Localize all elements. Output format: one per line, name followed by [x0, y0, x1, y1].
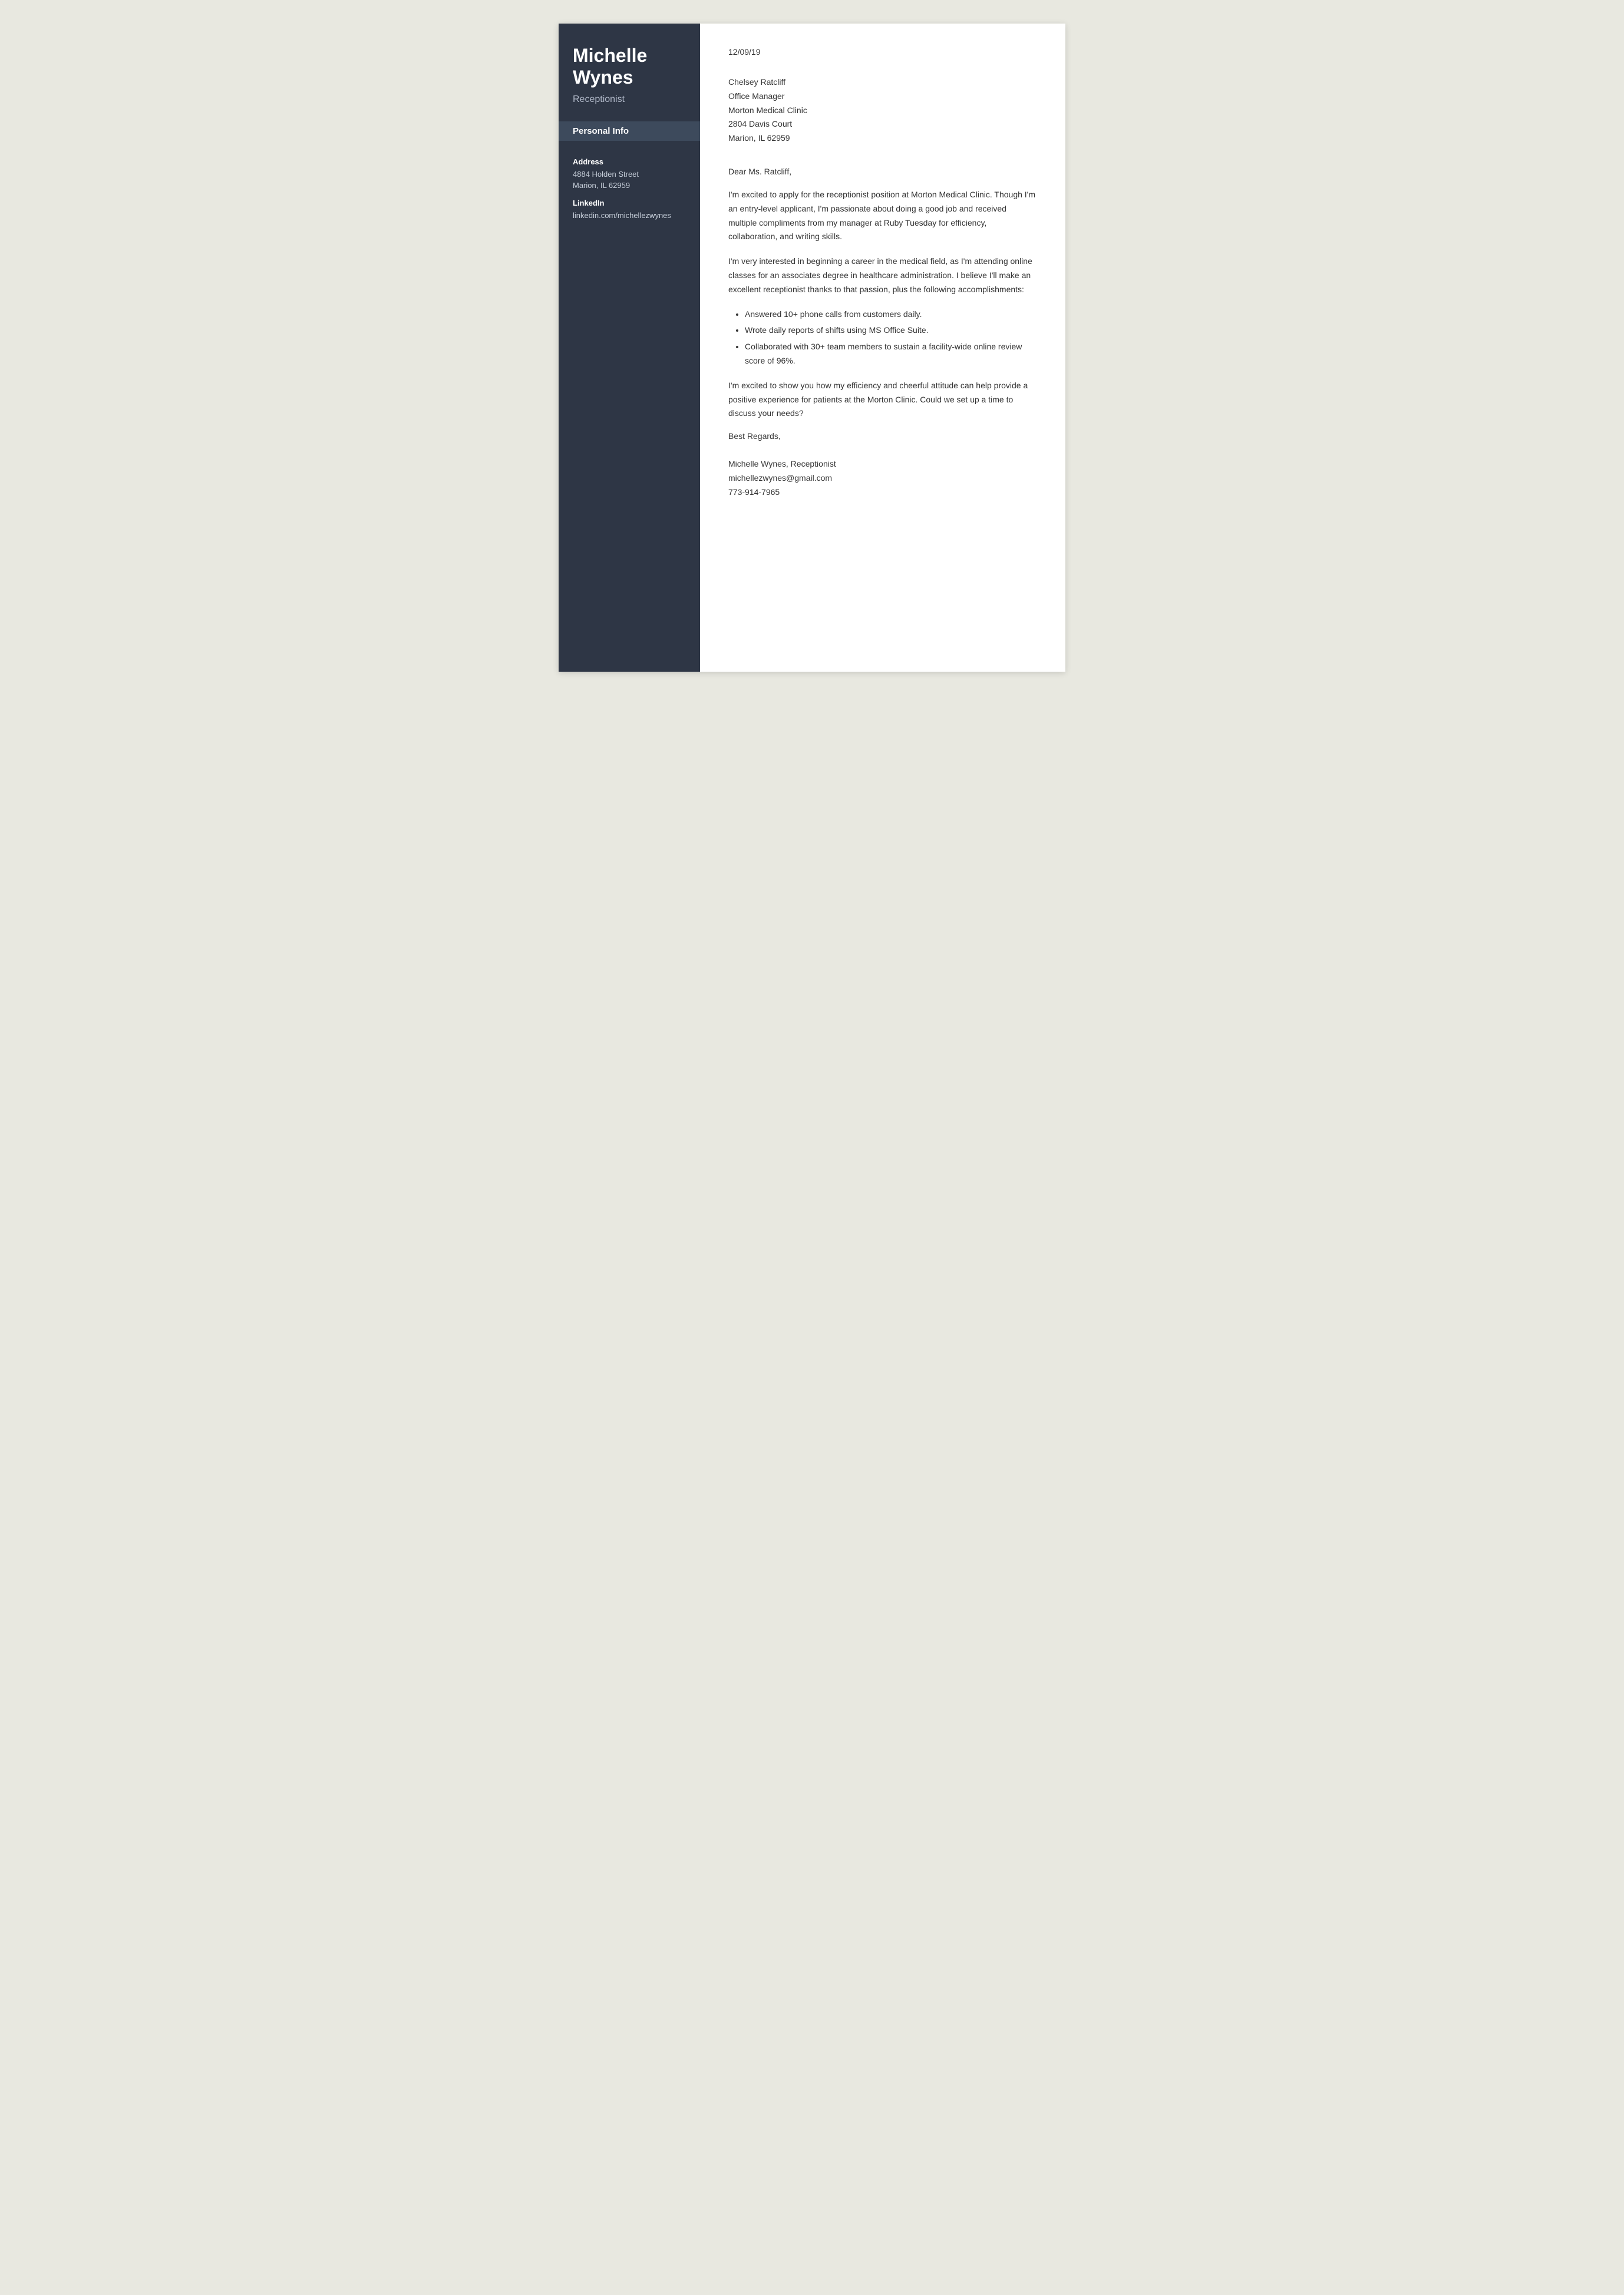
linkedin-label: LinkedIn [573, 199, 686, 207]
address-label: Address [573, 157, 686, 166]
letter-body: I'm excited to apply for the receptionis… [728, 188, 1037, 421]
bullet-3: Collaborated with 30+ team members to su… [745, 340, 1037, 368]
bullet-2: Wrote daily reports of shifts using MS O… [745, 323, 1037, 338]
personal-info-header: Personal Info [559, 121, 700, 141]
signature-name: Michelle Wynes, Receptionist [728, 457, 1037, 471]
paragraph-1: I'm excited to apply for the receptionis… [728, 188, 1037, 244]
recipient-title: Office Manager [728, 90, 1037, 104]
paragraph-3: I'm excited to show you how my efficienc… [728, 379, 1037, 421]
recipient-address1: 2804 Davis Court [728, 117, 1037, 131]
paragraph-2: I'm very interested in beginning a caree… [728, 255, 1037, 296]
linkedin-value: linkedin.com/michellezwynes [573, 210, 686, 222]
accomplishments-list: Answered 10+ phone calls from customers … [728, 308, 1037, 368]
letter-date: 12/09/19 [728, 47, 1037, 57]
recipient-company: Morton Medical Clinic [728, 104, 1037, 118]
bullet-1: Answered 10+ phone calls from customers … [745, 308, 1037, 322]
signature-phone: 773-914-7965 [728, 486, 1037, 500]
recipient-address2: Marion, IL 62959 [728, 131, 1037, 146]
letter-body-section: 12/09/19 Chelsey Ratcliff Office Manager… [700, 24, 1065, 672]
recipient-block: Chelsey Ratcliff Office Manager Morton M… [728, 75, 1037, 146]
recipient-name: Chelsey Ratcliff [728, 75, 1037, 90]
salutation: Dear Ms. Ratcliff, [728, 167, 1037, 176]
signature-email: michellezwynes@gmail.com [728, 471, 1037, 486]
sidebar: Michelle Wynes Receptionist Personal Inf… [559, 24, 700, 672]
applicant-name: Michelle Wynes [573, 45, 686, 88]
signature-block: Michelle Wynes, Receptionist michellezwy… [728, 457, 1037, 499]
address-value: 4884 Holden Street Marion, IL 62959 [573, 169, 686, 191]
closing: Best Regards, [728, 431, 1037, 441]
cover-letter-document: Michelle Wynes Receptionist Personal Inf… [559, 24, 1065, 672]
applicant-title: Receptionist [573, 94, 686, 105]
